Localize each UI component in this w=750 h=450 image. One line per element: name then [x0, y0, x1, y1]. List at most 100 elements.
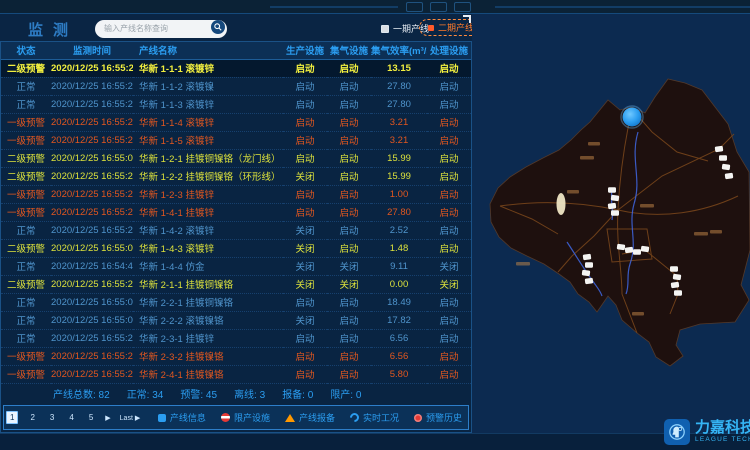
- monitoring-dashboard: 监测 一期产线 二期产线 状态监测时间产线名称生产设施集气设施集气效率(m³/s…: [0, 0, 750, 450]
- device-marker[interactable]: [611, 195, 620, 201]
- cell-name: 华新 1-1-4 滚镀锌: [133, 113, 283, 131]
- legend-item[interactable]: 实时工况: [350, 411, 399, 424]
- cell-status: 正常: [1, 257, 51, 275]
- cell-name: 华新 1-4-1 挂镀锌: [133, 203, 283, 221]
- cell-time: 2020/12/25 16:55:24: [51, 275, 133, 293]
- cell-rate: 6.56: [371, 347, 427, 365]
- cell-gas: 启动: [327, 167, 371, 185]
- column-header: 处理设施: [427, 42, 471, 59]
- cell-status: 一级预警: [1, 203, 51, 221]
- cell-gas: 启动: [327, 329, 371, 347]
- legend-item[interactable]: 产线信息: [158, 411, 206, 424]
- device-marker[interactable]: [725, 173, 734, 179]
- monitor-table-panel: 状态监测时间产线名称生产设施集气设施集气效率(m³/s)处理设施 二级预警202…: [0, 41, 472, 433]
- table-row[interactable]: 正常2020/12/25 16:55:24华新 1-4-2 滚镀锌关闭启动2.5…: [1, 221, 471, 239]
- legend-item[interactable]: 限产设施: [221, 411, 270, 424]
- page-button[interactable]: 3: [47, 412, 57, 423]
- table-row[interactable]: 正常2020/12/25 16:54:44华新 1-4-4 仿金关闭关闭9.11…: [1, 257, 471, 275]
- marker-cluster-blob[interactable]: [557, 193, 566, 215]
- cell-prod: 启动: [283, 59, 327, 77]
- page-button[interactable]: 1: [6, 411, 18, 424]
- legend-item[interactable]: 预警历史: [414, 411, 462, 424]
- table-row[interactable]: 二级预警2020/12/25 16:55:24华新 1-2-2 挂镀铜镍铬（环形…: [1, 167, 471, 185]
- table-row[interactable]: 一级预警2020/12/25 16:55:24华新 1-4-1 挂镀锌启动启动2…: [1, 203, 471, 221]
- cell-status: 二级预警: [1, 167, 51, 185]
- device-marker[interactable]: [608, 203, 617, 209]
- table-row[interactable]: 一级预警2020/12/25 16:55:24华新 2-4-1 挂镀镍铬启动启动…: [1, 365, 471, 383]
- table-row[interactable]: 二级预警2020/12/25 16:55:04华新 1-4-3 滚镀锌关闭启动1…: [1, 239, 471, 257]
- table-row[interactable]: 正常2020/12/25 16:55:04华新 2-2-2 滚镀镍铬关闭启动17…: [1, 311, 471, 329]
- table-row[interactable]: 一级预警2020/12/25 16:55:24华新 1-1-4 滚镀锌启动启动3…: [1, 113, 471, 131]
- table-row[interactable]: 一级预警2020/12/25 16:55:24华新 1-1-5 滚镀锌启动启动3…: [1, 131, 471, 149]
- cell-gas: 启动: [327, 203, 371, 221]
- column-header: 生产设施: [283, 42, 327, 59]
- device-marker[interactable]: [715, 146, 724, 152]
- device-marker[interactable]: [617, 244, 626, 250]
- legend-item[interactable]: 产线报备: [285, 411, 335, 424]
- checkbox-icon: [381, 25, 389, 33]
- table-row[interactable]: 正常2020/12/25 16:55:24华新 1-1-3 滚镀锌启动启动27.…: [1, 95, 471, 113]
- factory-icon: [158, 414, 166, 422]
- device-marker[interactable]: [674, 290, 682, 296]
- cell-rate: 15.99: [371, 149, 427, 167]
- cell-time: 2020/12/25 16:55:24: [51, 113, 133, 131]
- table-row[interactable]: 正常2020/12/25 16:55:24华新 1-1-2 滚镀镍启动启动27.…: [1, 77, 471, 95]
- table-row[interactable]: 二级预警2020/12/25 16:55:04华新 1-2-1 挂镀铜镍铬（龙门…: [1, 149, 471, 167]
- decor-line: [495, 6, 750, 8]
- selected-site-marker[interactable]: [621, 106, 643, 128]
- cell-treat: 启动: [427, 311, 471, 329]
- cell-treat: 启动: [427, 167, 471, 185]
- device-marker[interactable]: [670, 266, 678, 272]
- decor-square: [430, 2, 447, 12]
- summary-bar: 产线总数: 82正常: 34预警: 45离线: 3报备: 0限产: 0: [1, 384, 471, 403]
- page-button[interactable]: 2: [27, 412, 37, 423]
- page-button[interactable]: 4: [66, 412, 76, 423]
- device-marker[interactable]: [585, 262, 593, 268]
- device-marker[interactable]: [719, 155, 727, 161]
- device-marker[interactable]: [722, 164, 731, 170]
- cell-prod: 关闭: [283, 257, 327, 275]
- device-marker[interactable]: [611, 210, 619, 216]
- cell-name: 华新 1-4-3 滚镀锌: [133, 239, 283, 257]
- legend-label: 产线报备: [299, 411, 335, 424]
- pagination: 12345 ▶ Last ▶: [6, 411, 140, 424]
- device-marker[interactable]: [633, 249, 641, 255]
- cell-rate: 27.80: [371, 95, 427, 113]
- device-marker[interactable]: [583, 254, 592, 260]
- cell-prod: 关闭: [283, 275, 327, 293]
- district-map[interactable]: [472, 14, 750, 433]
- cell-name: 华新 2-3-1 挂镀锌: [133, 329, 283, 347]
- table-row[interactable]: 一级预警2020/12/25 16:55:24华新 2-3-2 挂镀镍铬启动启动…: [1, 347, 471, 365]
- logo-icon: [664, 419, 690, 445]
- cell-status: 一级预警: [1, 113, 51, 131]
- decor-square: [406, 2, 423, 12]
- cell-time: 2020/12/25 16:55:24: [51, 185, 133, 203]
- page-button[interactable]: 5: [86, 412, 96, 423]
- cell-prod: 启动: [283, 203, 327, 221]
- device-marker[interactable]: [608, 187, 616, 193]
- next-page-icon[interactable]: ▶: [105, 414, 110, 422]
- table-row[interactable]: 一级预警2020/12/25 16:55:24华新 1-2-3 挂镀锌启动启动1…: [1, 185, 471, 203]
- device-marker[interactable]: [673, 274, 682, 280]
- device-marker[interactable]: [582, 270, 591, 276]
- cell-prod: 启动: [283, 113, 327, 131]
- device-marker[interactable]: [585, 278, 594, 284]
- company-logo: 力嘉科技 LEAGUE TECH: [664, 419, 750, 445]
- device-marker[interactable]: [671, 282, 680, 288]
- logo-name: 力嘉科技: [695, 420, 750, 435]
- search-input[interactable]: [95, 20, 227, 38]
- gauge-icon: [348, 411, 361, 424]
- last-page-button[interactable]: Last ▶: [120, 414, 141, 422]
- cell-status: 二级预警: [1, 149, 51, 167]
- cell-gas: 启动: [327, 149, 371, 167]
- table-row[interactable]: 二级预警2020/12/25 16:55:24华新 1-1-1 滚镀锌启动启动1…: [1, 59, 471, 77]
- table-row[interactable]: 二级预警2020/12/25 16:55:24华新 2-1-1 挂镀铜镍铬关闭关…: [1, 275, 471, 293]
- summary-item: 产线总数: 82: [53, 386, 110, 401]
- table-row[interactable]: 正常2020/12/25 16:55:24华新 2-3-1 挂镀锌启动启动6.5…: [1, 329, 471, 347]
- cell-gas: 启动: [327, 311, 371, 329]
- cell-time: 2020/12/25 16:55:04: [51, 311, 133, 329]
- search-icon[interactable]: [211, 20, 225, 34]
- device-marker[interactable]: [641, 246, 650, 252]
- device-marker[interactable]: [625, 247, 634, 253]
- table-row[interactable]: 正常2020/12/25 16:55:04华新 2-2-1 挂镀铜镍铬启动启动1…: [1, 293, 471, 311]
